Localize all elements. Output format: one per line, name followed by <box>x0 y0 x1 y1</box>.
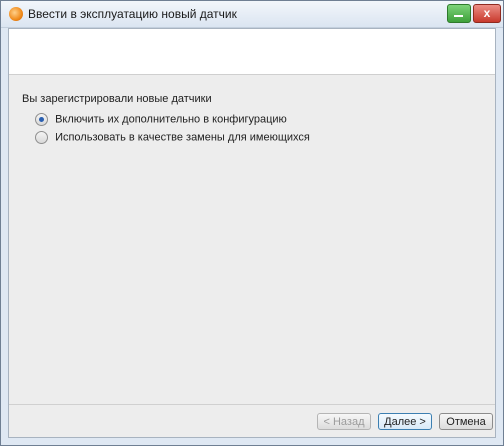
option-add-to-configuration[interactable]: Включить их дополнительно в конфигурацию <box>35 113 287 126</box>
minimize-icon <box>454 15 463 17</box>
wizard-header-band <box>9 29 495 75</box>
option-label[interactable]: Включить их дополнительно в конфигурацию <box>55 114 287 126</box>
wizard-client-area: Вы зарегистрировали новые датчики Включи… <box>8 28 496 438</box>
option-label[interactable]: Использовать в качестве замены для имеющ… <box>55 132 310 144</box>
testo-logo-icon <box>9 7 23 21</box>
window-title: Ввести в эксплуатацию новый датчик <box>28 7 237 21</box>
close-button[interactable]: x <box>473 4 501 23</box>
minimize-button[interactable] <box>447 4 471 23</box>
back-button[interactable]: < Назад <box>317 413 371 430</box>
option-replace-existing[interactable]: Использовать в качестве замены для имеющ… <box>35 131 310 144</box>
radio-unselected-icon[interactable] <box>35 131 48 144</box>
next-button[interactable]: Далее > <box>378 413 432 430</box>
question-text: Вы зарегистрировали новые датчики <box>22 93 212 105</box>
title-bar[interactable]: Ввести в эксплуатацию новый датчик x <box>1 1 503 28</box>
wizard-footer: < Назад Далее > Отмена <box>9 404 495 437</box>
dialog-window: Ввести в эксплуатацию новый датчик x Вы … <box>0 0 504 446</box>
radio-selected-icon[interactable] <box>35 113 48 126</box>
cancel-button[interactable]: Отмена <box>439 413 493 430</box>
